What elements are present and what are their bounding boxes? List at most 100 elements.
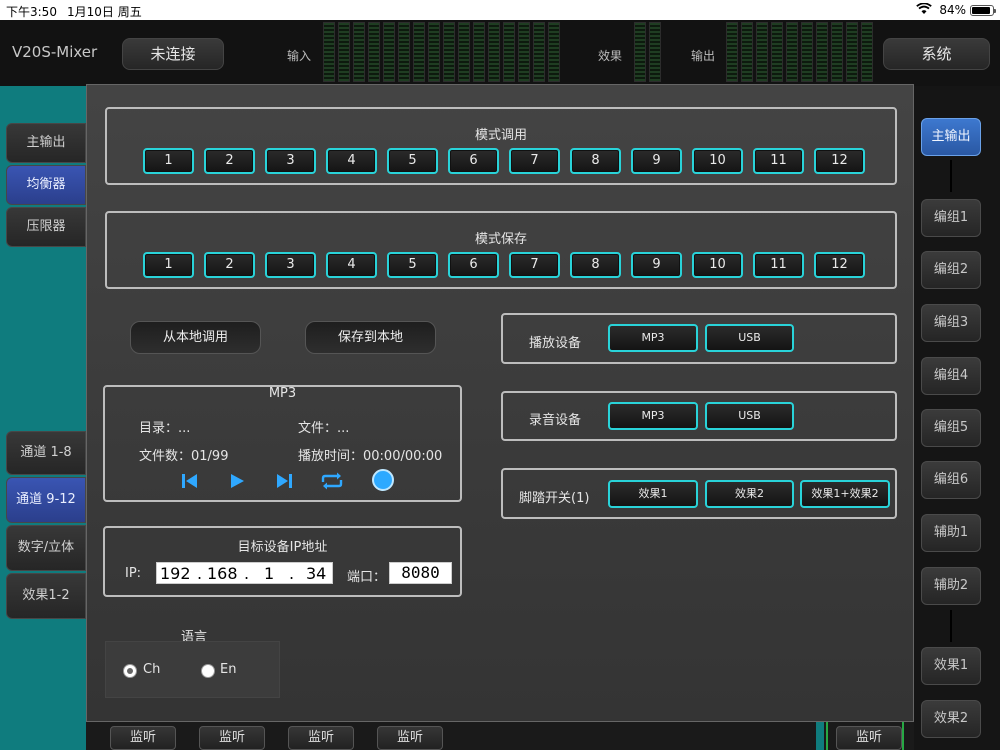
play-icon[interactable]: [227, 471, 247, 491]
right-main-output-button[interactable]: 主输出: [921, 118, 981, 156]
recall-preset-11-button[interactable]: 11: [753, 148, 804, 174]
ip-octet-2[interactable]: 168: [207, 564, 238, 583]
ip-octet-1[interactable]: 192: [160, 564, 191, 583]
save-preset-8-button[interactable]: 8: [570, 252, 621, 278]
language-en-radio[interactable]: [201, 664, 215, 678]
preset-save-group: 模式保存 1 2 3 4 5 6 7 8 9 10 11 12: [105, 211, 897, 289]
record-icon[interactable]: [372, 469, 394, 491]
app-top-bar: V20S-Mixer 未连接 输入 效果 输出 系统: [0, 20, 1000, 86]
save-preset-4-button[interactable]: 4: [326, 252, 377, 278]
tab-compressor[interactable]: 压限器: [6, 207, 86, 247]
effect-2-button[interactable]: 效果2: [921, 700, 981, 738]
save-preset-12-button[interactable]: 12: [814, 252, 865, 278]
port-field[interactable]: 8080: [389, 562, 452, 584]
language-en-label: En: [220, 662, 237, 677]
group-3-button[interactable]: 编组3: [921, 304, 981, 342]
language-ch-radio[interactable]: [123, 664, 137, 678]
language-group: Ch En: [105, 641, 280, 698]
save-preset-10-button[interactable]: 10: [692, 252, 743, 278]
save-preset-11-button[interactable]: 11: [753, 252, 804, 278]
preset-recall-group: 模式调用 1 2 3 4 5 6 7 8 9 10 11 12: [105, 107, 897, 185]
recall-preset-2-button[interactable]: 2: [204, 148, 255, 174]
system-settings-dialog: 模式调用 1 2 3 4 5 6 7 8 9 10 11 12 模式保存 1 2…: [86, 84, 914, 722]
recall-preset-9-button[interactable]: 9: [631, 148, 682, 174]
recall-preset-3-button[interactable]: 3: [265, 148, 316, 174]
record-device-usb-button[interactable]: USB: [705, 402, 794, 430]
preset-save-title: 模式保存: [474, 232, 527, 247]
monitor-button[interactable]: 监听: [836, 726, 902, 750]
effects-meters-label: 效果: [598, 49, 623, 63]
tab-equalizer[interactable]: 均衡器: [6, 165, 86, 205]
port-label: 端口：: [347, 570, 387, 585]
effect-1-button[interactable]: 效果1: [921, 647, 981, 685]
recall-preset-7-button[interactable]: 7: [509, 148, 560, 174]
group-4-button[interactable]: 编组4: [921, 357, 981, 395]
tab-channels-1-8[interactable]: 通道 1-8: [6, 431, 86, 475]
mp3-file: 文件：...: [298, 421, 350, 436]
group-6-button[interactable]: 编组6: [921, 461, 981, 499]
mp3-title: MP3: [268, 386, 297, 401]
recall-preset-4-button[interactable]: 4: [326, 148, 377, 174]
record-device-mp3-button[interactable]: MP3: [608, 402, 698, 430]
save-to-local-button[interactable]: 保存到本地: [305, 321, 436, 354]
save-preset-7-button[interactable]: 7: [509, 252, 560, 278]
recall-preset-10-button[interactable]: 10: [692, 148, 743, 174]
recall-preset-12-button[interactable]: 12: [814, 148, 865, 174]
save-preset-9-button[interactable]: 9: [631, 252, 682, 278]
aux-2-button[interactable]: 辅助2: [921, 567, 981, 605]
mp3-player-group: MP3 目录：... 文件：... 文件数：01/99 播放时间：00:00/0…: [103, 385, 462, 502]
tab-effects-1-2[interactable]: 效果1-2: [6, 573, 86, 619]
output-meters-label: 输出: [691, 49, 716, 63]
status-date: 1月10日 周五: [67, 5, 142, 19]
footswitch-group: 脚踏开关(1) 效果1 效果2 效果1+效果2: [501, 468, 897, 519]
battery-percent: 84%: [939, 3, 966, 17]
ip-dot: .: [244, 564, 250, 583]
ip-octet-4[interactable]: 34: [306, 564, 326, 583]
language-ch-label: Ch: [143, 662, 161, 677]
footswitch-effect2-button[interactable]: 效果2: [705, 480, 794, 508]
save-preset-3-button[interactable]: 3: [265, 252, 316, 278]
input-meters-label: 输入: [287, 49, 312, 63]
play-device-label: 播放设备: [529, 336, 582, 351]
tab-main-output[interactable]: 主输出: [6, 123, 86, 163]
aux-1-button[interactable]: 辅助1: [921, 514, 981, 552]
system-button[interactable]: 系统: [883, 38, 990, 70]
monitor-button[interactable]: 监听: [110, 726, 176, 750]
ip-octet-3[interactable]: 1: [264, 564, 274, 583]
tab-channels-9-12[interactable]: 通道 9-12: [6, 477, 86, 523]
monitor-button[interactable]: 监听: [377, 726, 443, 750]
save-preset-5-button[interactable]: 5: [387, 252, 438, 278]
save-preset-2-button[interactable]: 2: [204, 252, 255, 278]
target-ip-title: 目标设备IP地址: [237, 540, 328, 555]
play-device-usb-button[interactable]: USB: [705, 324, 794, 352]
repeat-icon[interactable]: [319, 471, 345, 491]
group-5-button[interactable]: 编组5: [921, 409, 981, 447]
footswitch-label: 脚踏开关(1): [519, 491, 590, 506]
play-device-group: 播放设备 MP3 USB: [501, 313, 897, 364]
effects-meters: [634, 22, 661, 82]
status-bar: 下午3:50 1月10日 周五 84%: [0, 0, 1000, 20]
play-device-mp3-button[interactable]: MP3: [608, 324, 698, 352]
footswitch-effect1-button[interactable]: 效果1: [608, 480, 698, 508]
footswitch-effect1-2-button[interactable]: 效果1+效果2: [800, 480, 890, 508]
previous-track-icon[interactable]: [180, 471, 200, 491]
load-from-local-button[interactable]: 从本地调用: [130, 321, 261, 354]
record-device-label: 录音设备: [529, 413, 582, 428]
group-1-button[interactable]: 编组1: [921, 199, 981, 237]
monitor-button[interactable]: 监听: [199, 726, 265, 750]
next-track-icon[interactable]: [274, 471, 294, 491]
battery-icon: [970, 5, 996, 16]
recall-preset-8-button[interactable]: 8: [570, 148, 621, 174]
tab-digital-stereo[interactable]: 数字/立体: [6, 525, 86, 571]
preset-recall-buttons: 1 2 3 4 5 6 7 8 9 10 11 12: [143, 148, 865, 174]
recall-preset-5-button[interactable]: 5: [387, 148, 438, 174]
divider: [950, 610, 952, 642]
group-2-button[interactable]: 编组2: [921, 251, 981, 289]
connection-button[interactable]: 未连接: [122, 38, 224, 70]
save-preset-1-button[interactable]: 1: [143, 252, 194, 278]
monitor-button[interactable]: 监听: [288, 726, 354, 750]
save-preset-6-button[interactable]: 6: [448, 252, 499, 278]
recall-preset-1-button[interactable]: 1: [143, 148, 194, 174]
recall-preset-6-button[interactable]: 6: [448, 148, 499, 174]
mp3-play-time: 播放时间：00:00/00:00: [298, 449, 443, 464]
